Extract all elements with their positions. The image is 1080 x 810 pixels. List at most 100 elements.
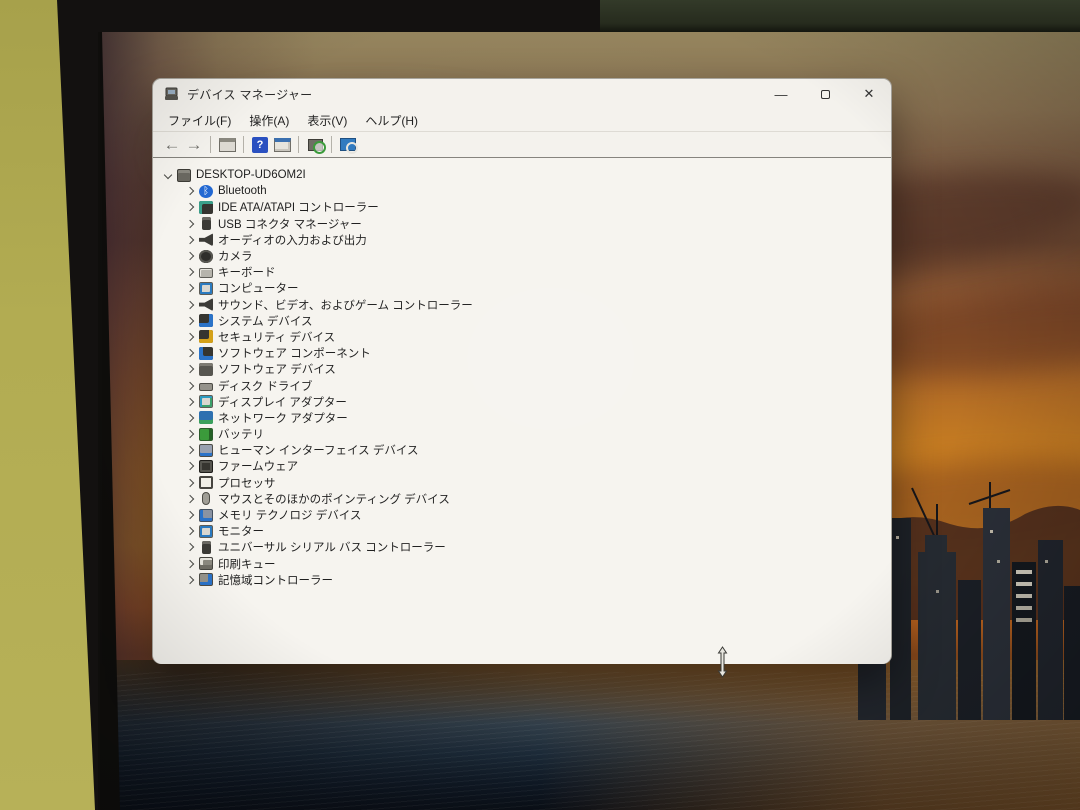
tree-item[interactable]: プロセッサ bbox=[161, 475, 891, 491]
search-computer-icon-glyph bbox=[340, 138, 356, 151]
chevron-right-icon[interactable] bbox=[186, 543, 194, 551]
chevron-right-icon[interactable] bbox=[186, 317, 194, 325]
tree-item-label: ヒューマン インターフェイス デバイス bbox=[218, 442, 419, 458]
tree-item[interactable]: USB コネクタ マネージャー bbox=[161, 216, 891, 232]
disk-icon bbox=[199, 383, 213, 391]
tree-item[interactable]: コンピューター bbox=[161, 280, 891, 296]
menu-action[interactable]: 操作(A) bbox=[240, 110, 298, 131]
tree-item-label: オーディオの入力および出力 bbox=[218, 232, 367, 248]
menu-view[interactable]: 表示(V) bbox=[298, 110, 356, 131]
chevron-right-icon[interactable] bbox=[186, 478, 194, 486]
tree-item[interactable]: サウンド、ビデオ、およびゲーム コントローラー bbox=[161, 297, 891, 313]
close-button[interactable]: ✕ bbox=[847, 79, 891, 109]
chevron-right-icon[interactable] bbox=[186, 559, 194, 567]
chevron-right-icon[interactable] bbox=[186, 365, 194, 373]
tree-item[interactable]: ユニバーサル シリアル バス コントローラー bbox=[161, 539, 891, 555]
help-icon[interactable]: ? bbox=[249, 135, 271, 155]
tree-item-label: サウンド、ビデオ、およびゲーム コントローラー bbox=[218, 297, 473, 313]
menu-bar: ファイル(F) 操作(A) 表示(V) ヘルプ(H) bbox=[153, 109, 891, 132]
tree-item[interactable]: システム デバイス bbox=[161, 313, 891, 329]
show-console-tree-icon[interactable] bbox=[216, 135, 238, 155]
wall-background bbox=[0, 0, 100, 810]
tree-item[interactable]: ディスプレイ アダプター bbox=[161, 394, 891, 410]
tree-item[interactable]: メモリ テクノロジ デバイス bbox=[161, 507, 891, 523]
audio-icon bbox=[199, 233, 213, 246]
storage-icon bbox=[199, 573, 213, 586]
chevron-right-icon[interactable] bbox=[186, 268, 194, 276]
chevron-right-icon[interactable] bbox=[186, 252, 194, 260]
tree-item[interactable]: ネットワーク アダプター bbox=[161, 410, 891, 426]
laptop-photo: デバイス マネージャー — ✕ ファイル(F) 操作(A) 表示(V) ヘルプ(… bbox=[0, 0, 1080, 810]
chevron-down-icon[interactable] bbox=[164, 171, 172, 179]
tree-item-label: 記憶域コントローラー bbox=[218, 572, 333, 588]
tree-item[interactable]: ファームウェア bbox=[161, 458, 891, 474]
display-icon bbox=[199, 395, 213, 408]
system-icon bbox=[199, 314, 213, 327]
tree-item[interactable]: カメラ bbox=[161, 248, 891, 264]
tree-item[interactable]: セキュリティ デバイス bbox=[161, 329, 891, 345]
chevron-right-icon[interactable] bbox=[186, 430, 194, 438]
menu-file[interactable]: ファイル(F) bbox=[159, 110, 240, 131]
memory-icon bbox=[199, 509, 213, 522]
tree-item-label: Bluetooth bbox=[218, 185, 267, 197]
chevron-right-icon[interactable] bbox=[186, 462, 194, 470]
chevron-right-icon[interactable] bbox=[186, 495, 194, 503]
tree-item[interactable]: オーディオの入力および出力 bbox=[161, 232, 891, 248]
chevron-right-icon[interactable] bbox=[186, 203, 194, 211]
tree-item-label: マウスとそのほかのポインティング デバイス bbox=[218, 491, 450, 507]
tree-item[interactable]: ᛒBluetooth bbox=[161, 183, 891, 199]
tree-item[interactable]: ソフトウェア コンポーネント bbox=[161, 345, 891, 361]
chevron-right-icon[interactable] bbox=[186, 381, 194, 389]
show-console-tree-icon-glyph bbox=[219, 138, 236, 152]
chevron-right-icon[interactable] bbox=[186, 527, 194, 535]
scan-hardware-changes-icon[interactable] bbox=[304, 135, 326, 155]
chevron-right-icon[interactable] bbox=[186, 397, 194, 405]
minimize-button[interactable]: — bbox=[759, 79, 803, 109]
chevron-right-icon[interactable] bbox=[186, 511, 194, 519]
title-bar[interactable]: デバイス マネージャー — ✕ bbox=[153, 79, 891, 109]
chevron-right-icon[interactable] bbox=[186, 284, 194, 292]
chevron-right-icon[interactable] bbox=[186, 414, 194, 422]
sw-comp-icon bbox=[199, 347, 213, 360]
window-title: デバイス マネージャー bbox=[187, 86, 312, 103]
tree-item[interactable]: ソフトウェア デバイス bbox=[161, 361, 891, 377]
tree-item[interactable]: マウスとそのほかのポインティング デバイス bbox=[161, 491, 891, 507]
chevron-right-icon[interactable] bbox=[186, 236, 194, 244]
tree-item-label: キーボード bbox=[218, 264, 276, 280]
tree-item[interactable]: 印刷キュー bbox=[161, 556, 891, 572]
tree-item[interactable]: 記憶域コントローラー bbox=[161, 572, 891, 588]
tree-item-label: コンピューター bbox=[218, 280, 299, 296]
maximize-button[interactable] bbox=[803, 79, 847, 109]
firmware-icon bbox=[199, 460, 213, 473]
properties-icon[interactable] bbox=[271, 135, 293, 155]
tree-item[interactable]: IDE ATA/ATAPI コントローラー bbox=[161, 199, 891, 215]
tree-item[interactable]: ヒューマン インターフェイス デバイス bbox=[161, 442, 891, 458]
properties-icon-glyph bbox=[274, 138, 291, 152]
tree-item[interactable]: モニター bbox=[161, 523, 891, 539]
chevron-right-icon[interactable] bbox=[186, 576, 194, 584]
chevron-right-icon[interactable] bbox=[186, 300, 194, 308]
window-controls: — ✕ bbox=[759, 79, 891, 109]
chevron-right-icon[interactable] bbox=[186, 333, 194, 341]
tree-item[interactable]: ディスク ドライブ bbox=[161, 377, 891, 393]
computer-icon bbox=[177, 169, 191, 182]
menu-help[interactable]: ヘルプ(H) bbox=[356, 110, 427, 131]
tree-root-row[interactable]: DESKTOP-UD6OM2I bbox=[161, 167, 891, 183]
laptop-lid-edge bbox=[600, 0, 1080, 33]
tree-item[interactable]: バッテリ bbox=[161, 426, 891, 442]
search-computer-icon[interactable] bbox=[337, 135, 359, 155]
sw-dev-icon bbox=[199, 363, 213, 376]
help-glyph: ? bbox=[252, 137, 268, 153]
tree-item-label: ソフトウェア コンポーネント bbox=[218, 345, 371, 361]
audio-icon bbox=[199, 298, 213, 311]
chevron-right-icon[interactable] bbox=[186, 219, 194, 227]
chevron-right-icon[interactable] bbox=[186, 349, 194, 357]
chevron-right-icon[interactable] bbox=[186, 187, 194, 195]
maximize-glyph bbox=[821, 90, 830, 99]
tree-item[interactable]: キーボード bbox=[161, 264, 891, 280]
monitor-blue-icon bbox=[199, 282, 213, 295]
forward-icon[interactable]: → bbox=[183, 135, 205, 155]
ide-icon bbox=[199, 201, 213, 214]
back-icon[interactable]: ← bbox=[161, 135, 183, 155]
chevron-right-icon[interactable] bbox=[186, 446, 194, 454]
